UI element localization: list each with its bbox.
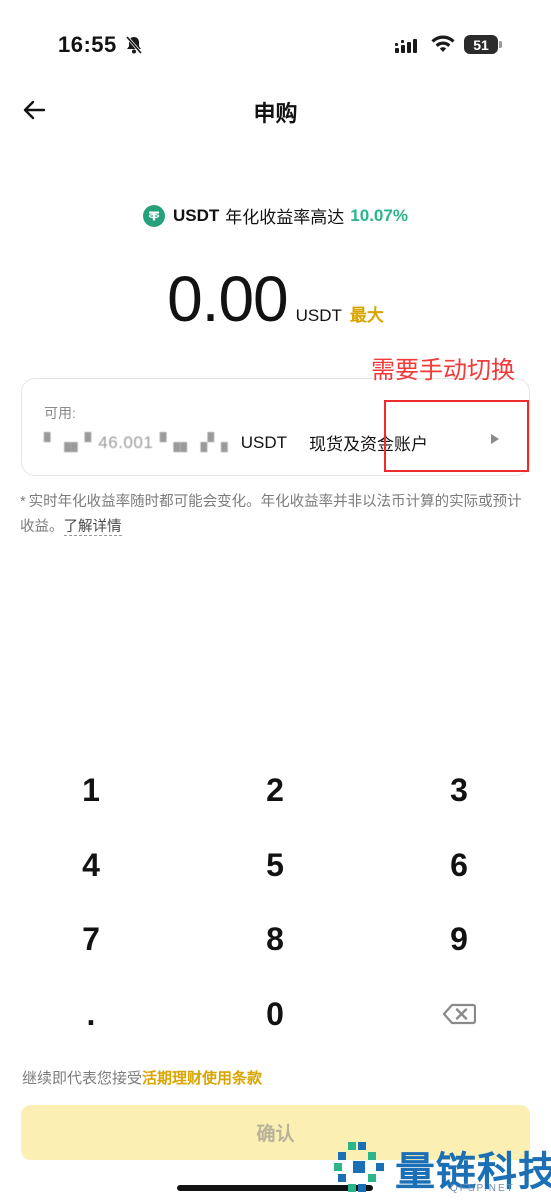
backspace-button[interactable] [399, 979, 519, 1049]
amount-row: 0.00 USDT 最大 [0, 262, 551, 336]
annotation-box [384, 400, 529, 472]
key-1[interactable]: 1 [31, 755, 151, 825]
status-time: 16:55 [58, 32, 117, 57]
amount-unit: USDT [295, 306, 342, 325]
watermark: 量链科技 QFSP.NET [330, 1135, 551, 1200]
key-2[interactable]: 2 [215, 755, 335, 825]
watermark-url: QFSP.NET [450, 1183, 515, 1194]
amount-input[interactable]: 0.00 [167, 262, 289, 336]
annotation-text: 需要手动切换 [371, 357, 515, 384]
watermark-logo-icon [334, 1142, 384, 1192]
tether-icon [143, 204, 166, 227]
battery-icon: 51 [464, 35, 498, 54]
nav-bar: 申购 [0, 88, 551, 132]
disclaimer: * 实时年化收益率随时都可能会变化。年化收益率并非以法币计算的实际或预计收益。了解… [20, 490, 530, 540]
learn-more-link[interactable]: 了解详情 [63, 519, 122, 536]
terms-prefix: 继续即代表您接受 [22, 1070, 143, 1087]
battery-level: 51 [473, 36, 489, 53]
rate-coin: USDT [173, 205, 220, 225]
available-row: ▘▗▖▘46.001▝▗▖▗▘▖ USDT 现货及资金账户 [44, 430, 428, 455]
key-6[interactable]: 6 [399, 830, 519, 900]
key-4[interactable]: 4 [31, 830, 151, 900]
key-9[interactable]: 9 [399, 904, 519, 974]
signal-icon [395, 39, 417, 53]
available-label: 可用: [44, 405, 76, 421]
terms-line: 继续即代表您接受活期理财使用条款 [22, 1067, 262, 1088]
available-balance: ▘▗▖▘46.001▝▗▖▗▘▖ [44, 432, 235, 452]
battery-tip [499, 41, 502, 48]
terms-link[interactable]: 活期理财使用条款 [142, 1070, 262, 1087]
disclaimer-marker: * [20, 494, 26, 510]
key-3[interactable]: 3 [399, 755, 519, 825]
key-5[interactable]: 5 [215, 830, 335, 900]
key-decimal[interactable]: . [31, 979, 151, 1049]
balance-unit: USDT [240, 432, 288, 452]
bell-slash-icon [125, 36, 143, 54]
backspace-icon [442, 1003, 476, 1025]
rate-label: 年化收益率高达 [225, 208, 345, 227]
page-title: 申购 [253, 101, 298, 126]
rate-value: 10.07% [350, 205, 408, 225]
key-7[interactable]: 7 [31, 904, 151, 974]
max-button[interactable]: 最大 [350, 301, 384, 326]
key-0[interactable]: 0 [215, 979, 335, 1049]
key-8[interactable]: 8 [215, 904, 335, 974]
status-bar: 16:55 51 [0, 0, 551, 90]
wifi-icon [431, 35, 455, 52]
rate-line: USDT 年化收益率高达 10.07% [0, 203, 551, 228]
